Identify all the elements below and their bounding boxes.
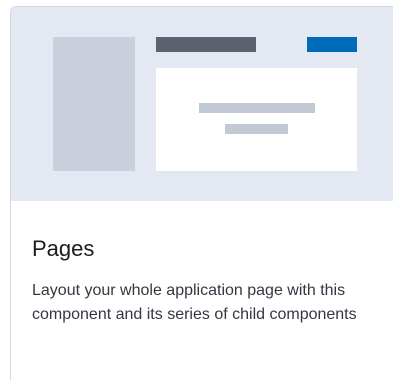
pages-card[interactable]: Pages Layout your whole application page…: [10, 6, 393, 380]
card-title[interactable]: Pages: [32, 235, 393, 263]
card-description: Layout your whole application page with …: [32, 282, 357, 323]
illustration-header-button: [307, 37, 357, 52]
illustration-header-bar: [156, 37, 256, 52]
illustration-sidebar: [53, 37, 135, 171]
illustration-content-panel: [156, 68, 357, 171]
illustration-content-line: [199, 103, 315, 113]
card-body: Pages Layout your whole application page…: [11, 201, 393, 327]
page-layout-illustration: [11, 7, 393, 201]
illustration-content-line: [225, 124, 288, 134]
